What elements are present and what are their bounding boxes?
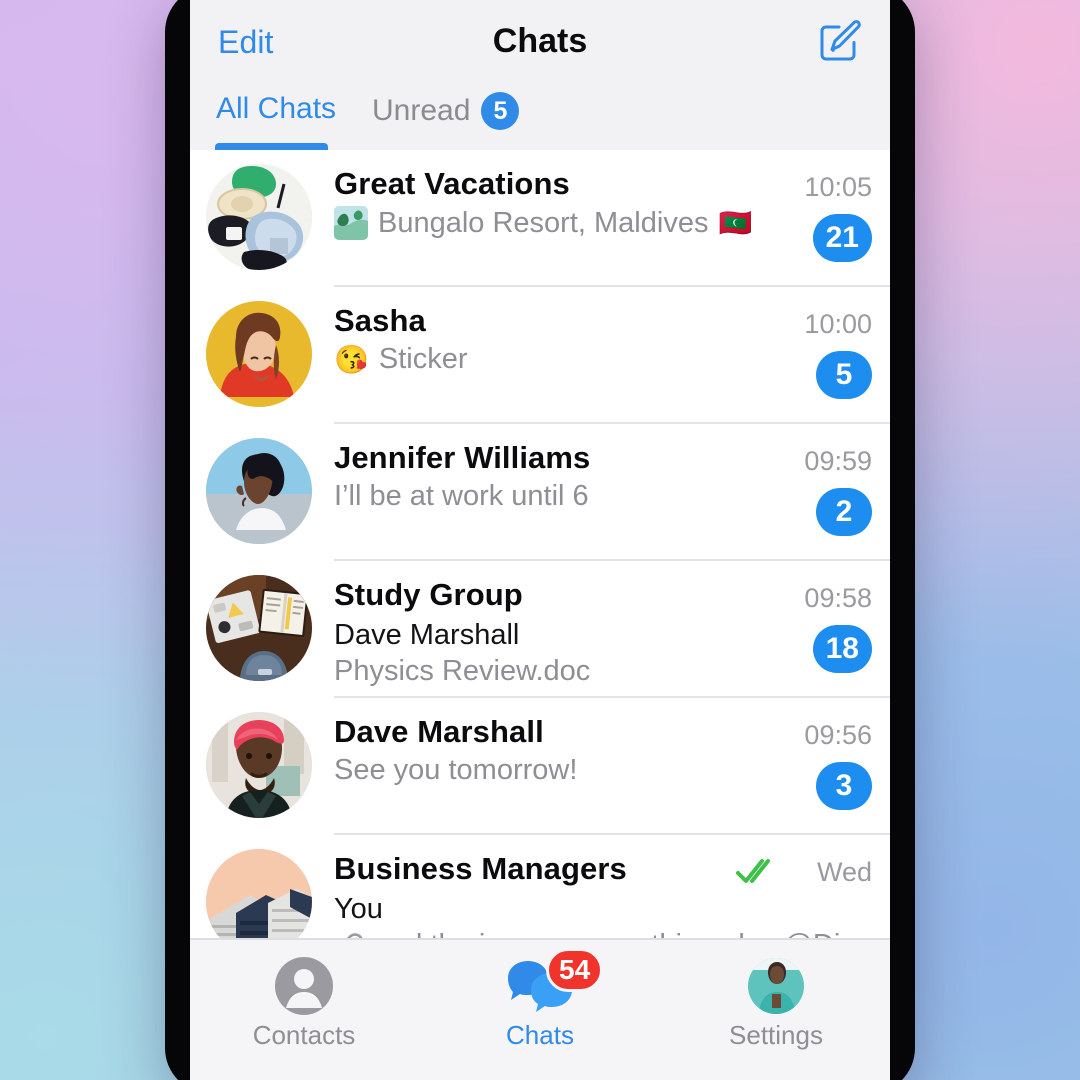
chat-preview: See you tomorrow! <box>334 754 577 787</box>
avatar-jennifer-williams <box>206 438 312 544</box>
chat-preview: I’ll be at work until 6 <box>334 480 589 513</box>
chat-row-sasha[interactable]: Sasha 10:00 😘 Sticker 5 <box>190 287 890 424</box>
tab-active-underline <box>215 143 328 150</box>
read-receipt-double-check-icon <box>736 857 778 885</box>
chat-title: Study Group <box>334 577 523 612</box>
chat-time: 09:58 <box>804 583 872 613</box>
tab-unread-count-badge: 5 <box>481 92 520 130</box>
tab-contacts-label: Contacts <box>252 1020 356 1050</box>
tab-chats[interactable]: 54 Chats <box>440 948 640 1051</box>
chat-preview: Bungalo Resort, Maldives 🇲🇻 <box>334 206 752 240</box>
unread-badge: 2 <box>816 488 872 536</box>
avatar-study-group <box>206 575 312 681</box>
chat-preview-text: Bungalo Resort, Maldives <box>378 206 709 239</box>
chat-time: Wed <box>816 857 872 887</box>
chat-row-dave-marshall[interactable]: Dave Marshall 09:56 See you tomorrow! 3 <box>190 698 890 835</box>
chat-preview-text: Sticker <box>378 343 468 375</box>
avatar-vacation-flatlay <box>206 164 312 270</box>
chat-row-business-managers[interactable]: Business Managers Wed You and the im <box>190 835 890 940</box>
bottom-tab-bar: Contacts 54 Chats Settings <box>190 938 890 1080</box>
chat-preview-text: Physics Review.doc <box>334 655 591 687</box>
chat-time: 09:56 <box>804 720 872 750</box>
tab-contacts[interactable]: Contacts <box>204 950 404 1051</box>
chat-row-jennifer-williams[interactable]: Jennifer Williams 09:59 I’ll be at work … <box>190 424 890 561</box>
compose-icon[interactable] <box>816 18 862 64</box>
photo-thumbnail <box>334 206 368 240</box>
chat-title: Jennifer Williams <box>334 440 591 475</box>
settings-avatar <box>676 950 876 1022</box>
tab-settings[interactable]: Settings <box>676 950 876 1051</box>
chat-preview: Physics Review.doc <box>334 655 590 688</box>
tab-chats-label: Chats <box>506 1020 574 1050</box>
tab-unread[interactable]: Unread 5 <box>372 92 520 130</box>
phone-screen: Edit Chats All Chats Unread 5 Great Vaca… <box>190 0 890 1080</box>
chat-preview-text: See you tomorrow! <box>334 754 578 786</box>
chats-bubbles-icon: 54 <box>440 948 640 1022</box>
tab-settings-label: Settings <box>729 1020 823 1050</box>
avatar-dave-marshall <box>206 712 312 818</box>
chat-list[interactable]: Great Vacations 10:05 Bungalo Resort, Ma… <box>190 150 890 940</box>
contacts-person-icon <box>204 950 404 1022</box>
chat-row-great-vacations[interactable]: Great Vacations 10:05 Bungalo Resort, Ma… <box>190 150 890 287</box>
chat-preview-sender: Dave Marshall <box>334 619 520 651</box>
unread-badge: 18 <box>812 625 872 673</box>
chat-row-study-group[interactable]: Study Group 09:58 Dave Marshall Physics … <box>190 561 890 698</box>
page-title: Chats <box>492 22 588 60</box>
avatar-business-managers <box>206 849 312 940</box>
chat-title: Sasha <box>334 303 426 338</box>
maldives-flag-emoji: 🇲🇻 <box>718 208 753 238</box>
chats-unread-badge: 54 <box>546 948 604 992</box>
chat-time: 09:59 <box>804 446 872 476</box>
tab-unread-label: Unread <box>372 94 471 127</box>
chat-preview: 😘 Sticker <box>334 343 468 376</box>
chat-filter-tabs: All Chats Unread 5 <box>190 86 890 150</box>
chat-preview-text: I’ll be at work until 6 <box>334 480 589 512</box>
navigation-bar: Edit Chats <box>190 0 890 86</box>
chat-preview-sender: You <box>334 893 383 925</box>
kissing-face-emoji: 😘 <box>334 343 369 375</box>
tab-all-chats-label: All Chats <box>216 92 337 125</box>
unread-badge: 3 <box>816 762 872 810</box>
tab-all-chats[interactable]: All Chats <box>216 92 336 126</box>
chat-title: Dave Marshall <box>334 714 544 749</box>
chat-title: Great Vacations <box>334 166 570 201</box>
chat-time: 10:05 <box>804 172 872 202</box>
chat-time: 10:00 <box>804 309 872 339</box>
wallpaper-background: Edit Chats All Chats Unread 5 Great Vaca… <box>0 0 1080 1080</box>
chat-title: Business Managers <box>334 851 627 886</box>
avatar-sasha <box>206 301 312 407</box>
unread-badge: 21 <box>812 214 872 262</box>
unread-badge: 5 <box>816 351 872 399</box>
